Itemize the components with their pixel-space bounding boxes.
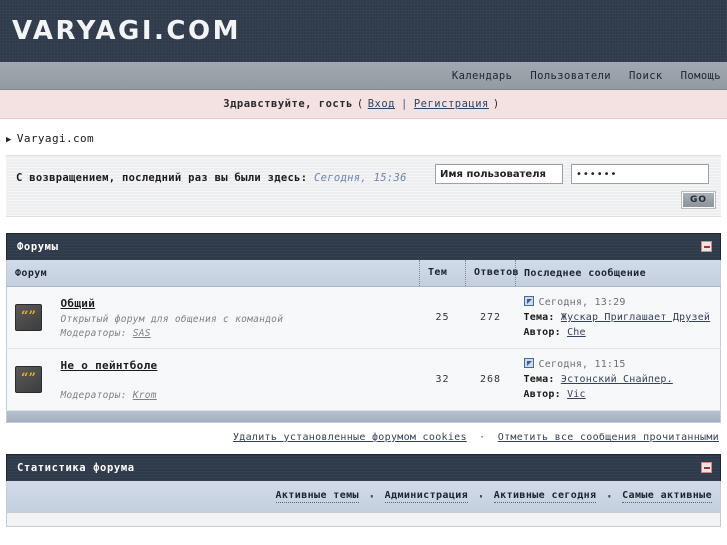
last-post-date: Сегодня, 13:29 — [538, 297, 626, 308]
forums-table-header-row: Форум Тем Ответов Последнее сообщение — [6, 260, 721, 287]
forum-description — [61, 376, 412, 387]
last-post-author-line: Автор: Che — [524, 325, 713, 340]
nav-search[interactable]: Поиск — [629, 70, 663, 82]
collapse-icon[interactable] — [701, 462, 712, 473]
site-banner: VARYAGI.COM — [0, 0, 727, 62]
forum-icon-cell: “” — [6, 286, 53, 349]
forum-name-link[interactable]: Не о пейнтболе — [61, 359, 158, 372]
forum-description: Открытый форум для общения с командой — [60, 313, 284, 325]
forum-name-link[interactable]: Общий — [61, 297, 96, 310]
last-post-author-label: Автор: — [523, 327, 561, 338]
forum-last-post-cell: Сегодня, 13:29 Тема: Жускар Приглашает Д… — [515, 286, 721, 349]
last-post-author-line: Автор: Vic — [524, 387, 713, 402]
forum-info-cell: Не о пейнтболе Модераторы: Krom — [52, 348, 420, 411]
greeting-text: Здравствуйте, гость — [223, 98, 353, 110]
breadcrumb: ▶ Varyagi.com — [0, 119, 727, 155]
column-header-last-post: Последнее сообщение — [515, 260, 721, 287]
site-logo: VARYAGI.COM — [12, 16, 241, 46]
stats-panel: Статистика форума Активные темы · Админи… — [6, 454, 721, 527]
last-post-icon[interactable] — [523, 296, 534, 306]
last-post-date-line: Сегодня, 13:29 — [523, 295, 713, 310]
nav-calendar[interactable]: Календарь — [452, 70, 513, 82]
login-form: GO — [435, 164, 717, 209]
collapse-icon[interactable] — [701, 241, 712, 252]
forum-topics-count: 25 — [419, 286, 466, 349]
forum-moderators: Модераторы: Krom — [61, 390, 412, 401]
table-row: “” Общий Открытый форум для общения с ко… — [6, 286, 721, 349]
greeting-divider: | — [401, 98, 408, 110]
stats-panel-header: Статистика форума — [6, 454, 721, 481]
stats-body — [6, 513, 721, 527]
stats-separator: · — [366, 487, 377, 506]
column-header-topics: Тем — [419, 260, 466, 287]
column-header-replies: Ответов — [465, 260, 519, 287]
moderators-label: Модераторы: — [60, 327, 127, 339]
forum-topics-count: 32 — [419, 348, 466, 411]
column-header-forum: Форум — [6, 260, 420, 287]
guest-greeting-bar: Здравствуйте, гость ( Вход | Регистрация… — [0, 90, 727, 119]
table-row: “” Не о пейнтболе Модераторы: Krom 32 26… — [6, 348, 721, 411]
forum-quote-icon: “” — [15, 304, 42, 331]
forum-info-cell: Общий Открытый форум для общения с коман… — [52, 286, 420, 349]
forum-moderators: Модераторы: SAS — [61, 328, 412, 339]
stats-links-row: Активные темы · Администрация · Активные… — [6, 481, 721, 513]
nav-members[interactable]: Пользователи — [530, 70, 611, 82]
stats-separator: · — [604, 487, 615, 506]
last-post-author-link[interactable]: Vic — [567, 389, 586, 400]
mark-all-read-link[interactable]: Отметить все сообщения прочитанными — [498, 432, 719, 443]
stats-separator: · — [476, 487, 486, 506]
last-post-topic-link[interactable]: Жускар Приглашает Друзей — [561, 312, 710, 323]
stats-panel-title: Статистика форума — [17, 462, 135, 474]
last-post-topic-line: Тема: Эстонский Снайпер. — [524, 372, 713, 387]
breadcrumb-arrow-icon: ▶ — [6, 135, 12, 145]
forum-replies-count: 268 — [465, 348, 516, 411]
greeting-open-paren: ( — [356, 98, 364, 110]
last-visit-date: Сегодня, 15:36 — [313, 172, 407, 184]
last-post-author-link[interactable]: Che — [567, 327, 586, 338]
forum-quote-icon: “” — [15, 366, 42, 393]
main-navigation: Календарь Пользователи Поиск Помощь — [0, 62, 727, 90]
last-post-topic-label: Тема: — [523, 312, 555, 323]
forums-panel-header: Форумы — [6, 233, 721, 260]
welcome-message-text: С возвращением, последний раз вы были зд… — [16, 172, 308, 184]
nav-help[interactable]: Помощь — [681, 70, 721, 82]
welcome-message: С возвращением, последний раз вы были зд… — [16, 170, 436, 187]
register-link[interactable]: Регистрация — [414, 98, 489, 110]
last-post-date-line: Сегодня, 11:15 — [523, 357, 713, 372]
forum-last-post-cell: Сегодня, 11:15 Тема: Эстонский Снайпер. … — [515, 348, 721, 411]
delete-cookies-link[interactable]: Удалить установленные форумом cookies — [233, 432, 467, 443]
moderator-link[interactable]: SAS — [133, 328, 151, 339]
moderators-label: Модераторы: — [60, 389, 127, 401]
last-post-icon[interactable] — [523, 358, 534, 368]
stat-link-active-topics[interactable]: Активные темы — [275, 490, 359, 503]
last-post-topic-link[interactable]: Эстонский Снайпер. — [561, 374, 673, 385]
last-post-topic-line: Тема: Жускар Приглашает Друзей — [524, 310, 713, 325]
last-post-topic-label: Тема: — [523, 374, 555, 385]
forum-replies-count: 272 — [465, 286, 516, 349]
greeting-close-paren: ) — [492, 98, 500, 110]
stat-link-top-posters[interactable]: Самые активные — [622, 490, 712, 503]
username-input[interactable] — [435, 164, 563, 184]
welcome-login-panel: С возвращением, последний раз вы были зд… — [6, 155, 721, 217]
forums-table-footer — [6, 411, 721, 423]
stat-link-active-today[interactable]: Активные сегодня — [493, 490, 597, 503]
last-post-author-label: Автор: — [523, 389, 561, 400]
forums-table: Форум Тем Ответов Последнее сообщение “”… — [6, 260, 721, 411]
stat-link-administration[interactable]: Администрация — [384, 490, 469, 503]
forum-icon-cell: “” — [6, 348, 53, 411]
login-link[interactable]: Вход — [368, 98, 395, 110]
breadcrumb-root[interactable]: Varyagi.com — [17, 132, 94, 145]
forums-panel: Форумы Форум Тем Ответов Последнее сообщ… — [6, 233, 721, 423]
last-post-date: Сегодня, 11:15 — [538, 359, 626, 370]
actions-separator: · — [479, 432, 486, 443]
forum-actions: Удалить установленные форумом cookies · … — [0, 423, 727, 450]
login-submit-button[interactable]: GO — [680, 191, 717, 209]
moderator-link[interactable]: Krom — [133, 390, 157, 401]
password-input[interactable] — [571, 164, 709, 184]
forums-panel-title: Форумы — [17, 241, 59, 253]
